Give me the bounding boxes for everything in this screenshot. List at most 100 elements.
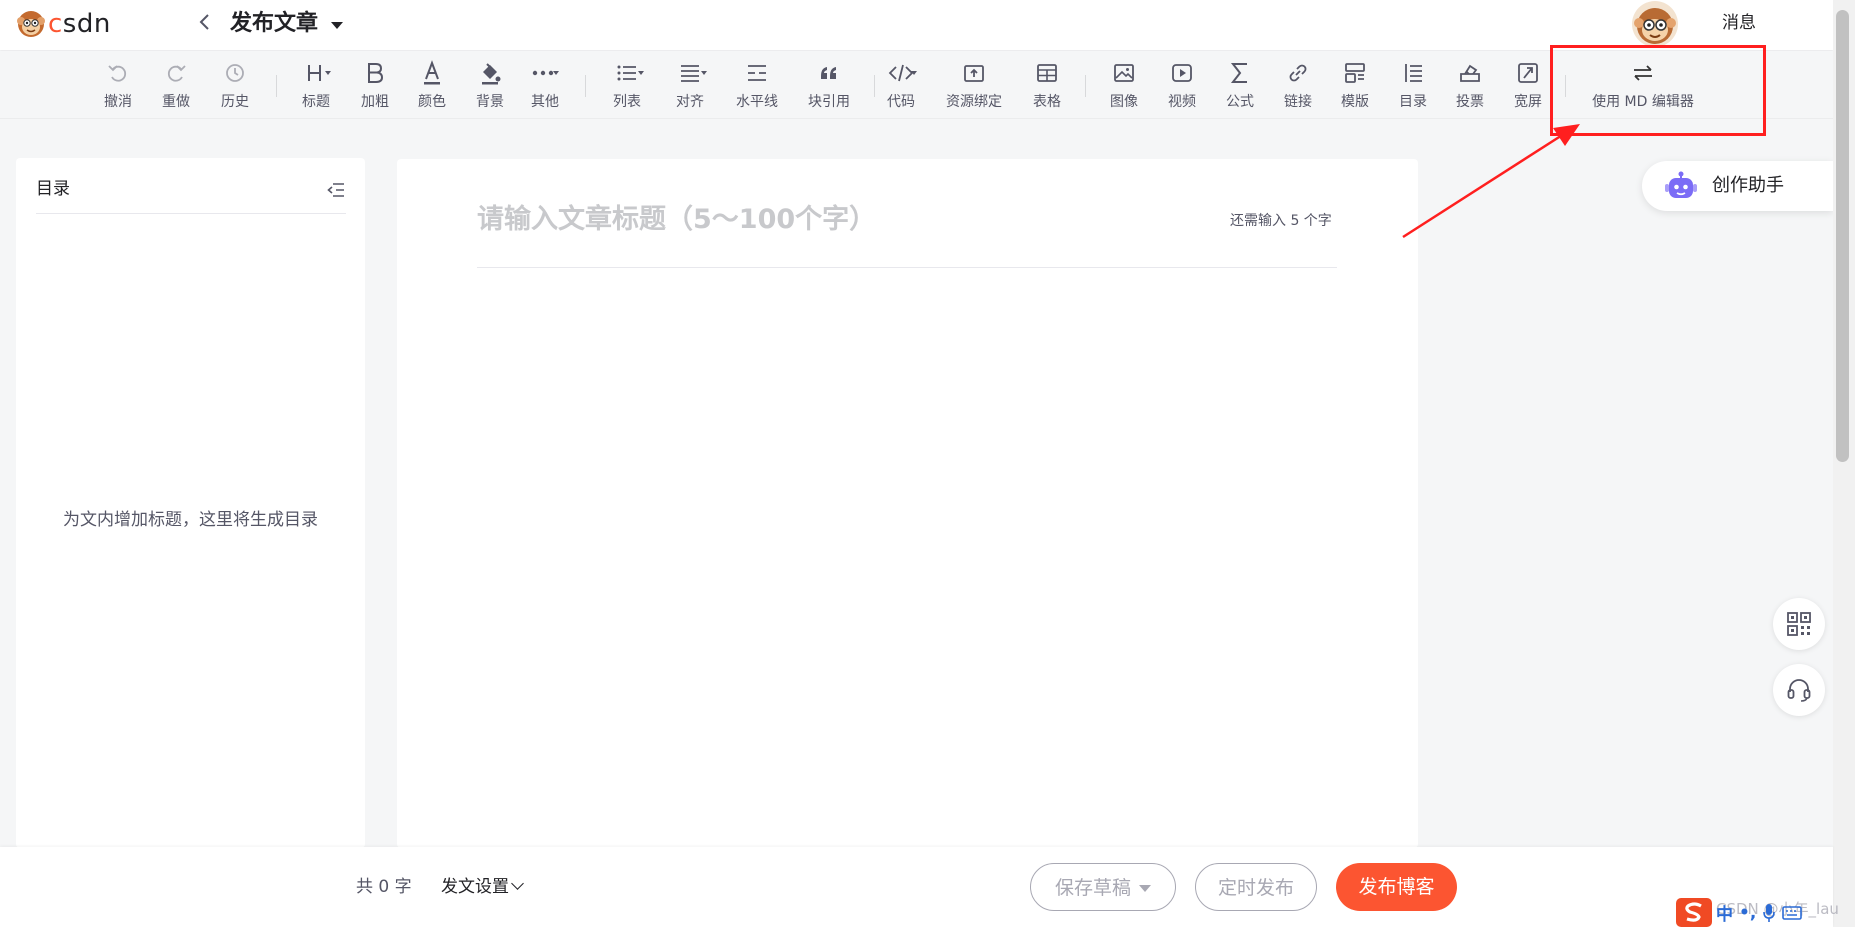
more-format-button[interactable]: 其他 [524,60,566,116]
toc-panel: 目录 为文内增加标题，这里将生成目录 [16,158,365,848]
history-label: 历史 [221,94,249,110]
align-label: 对齐 [676,94,704,110]
title-dropdown-caret[interactable] [331,22,343,29]
ime-punctuation-indicator: •, [1739,902,1757,923]
writing-assistant-label: 创作助手 [1712,175,1784,196]
undo-label: 撤消 [104,94,132,110]
background-color-label: 背景 [476,94,504,110]
title-remaining-count: 还需输入 5 个字 [1230,213,1332,229]
redo-button[interactable]: 重做 [156,60,196,116]
font-color-button[interactable]: 颜色 [412,60,452,116]
expand-icon [1518,63,1538,83]
title-divider [477,267,1337,268]
word-count: 共 0 字 [356,877,412,897]
csdn-logo[interactable]: csdn [16,9,111,39]
toc-empty-hint: 为文内增加标题，这里将生成目录 [63,510,318,530]
toolbar-divider [874,75,875,97]
swap-arrows-icon [1634,65,1652,81]
vote-button[interactable]: 投票 [1450,60,1490,116]
article-body-editor[interactable] [477,289,1337,819]
table-icon [1037,64,1057,82]
sogou-logo-icon [1676,898,1712,927]
template-button[interactable]: 模版 [1335,60,1375,116]
toolbar-divider [1085,75,1086,97]
horizontal-rule-label: 水平线 [736,94,778,110]
image-label: 图像 [1110,94,1138,110]
toolbar-divider [1565,75,1566,97]
toc-divider [36,213,346,214]
horizontal-rule-icon [748,65,766,81]
save-draft-button[interactable]: 保存草稿 [1030,863,1176,911]
align-icon [681,65,699,82]
article-title-input[interactable] [477,199,1197,239]
qr-code-icon [1787,612,1811,636]
bold-button[interactable]: 加粗 [355,60,395,116]
video-button[interactable]: 视频 [1162,60,1202,116]
schedule-publish-button[interactable]: 定时发布 [1195,863,1317,911]
video-label: 视频 [1168,94,1196,110]
font-color-icon [424,60,440,85]
toolbar-divider [585,75,586,97]
publish-blog-button[interactable]: 发布博客 [1336,863,1457,911]
history-button[interactable]: 历史 [215,60,255,116]
toc-insert-button[interactable]: 目录 [1393,60,1433,116]
switch-md-editor-button[interactable]: 使用 MD 编辑器 [1588,60,1698,116]
page-title: 发布文章 [230,11,319,36]
widescreen-button[interactable]: 宽屏 [1508,60,1548,116]
switch-md-editor-label: 使用 MD 编辑器 [1592,94,1694,110]
heading-label: 标题 [302,94,330,110]
page-scrollbar-thumb[interactable] [1836,10,1849,462]
avatar[interactable] [1632,1,1678,47]
template-icon [1345,63,1365,83]
chevron-left-icon [199,14,209,30]
messages-link[interactable]: 消息 [1722,11,1756,35]
list-label: 列表 [613,94,641,110]
history-icon [226,64,244,82]
ime-status-bar[interactable]: 中 •, [1676,898,1803,927]
microphone-icon [1763,903,1776,922]
upload-box-icon [964,65,984,82]
bold-label: 加粗 [361,94,389,110]
toc-collapse-button[interactable] [326,180,346,200]
blockquote-button[interactable]: 块引用 [805,60,853,116]
resource-bind-label: 资源绑定 [946,94,1002,110]
widescreen-label: 宽屏 [1514,94,1542,110]
publish-footer: 共 0 字 发文设置 保存草稿 定时发布 发布博客 [0,847,1833,927]
bold-icon [368,63,384,83]
template-label: 模版 [1341,94,1369,110]
image-button[interactable]: 图像 [1104,60,1144,116]
background-color-button[interactable]: 背景 [470,60,510,116]
align-button[interactable]: 对齐 [670,60,710,116]
image-icon [1114,64,1134,82]
customer-service-button[interactable] [1773,664,1825,716]
logo-wordmark: csdn [48,9,111,39]
redo-icon [167,65,186,82]
qr-code-button[interactable] [1773,598,1825,650]
publish-blog-label: 发布博客 [1358,876,1435,898]
link-button[interactable]: 链接 [1278,60,1318,116]
list-button[interactable]: 列表 [607,60,647,116]
writing-assistant-button[interactable]: 创作助手 [1642,161,1833,211]
robot-icon [1665,171,1697,198]
vote-label: 投票 [1456,94,1484,110]
user-avatar-icon [1632,1,1678,47]
publish-settings-toggle[interactable]: 发文设置 [441,875,524,899]
font-color-label: 颜色 [418,94,446,110]
redo-label: 重做 [162,94,190,110]
top-header: csdn 发布文章 消息 [0,0,1833,50]
list-icon [617,65,636,81]
formula-button[interactable]: 公式 [1220,60,1260,116]
heading-button[interactable]: 标题 [295,60,337,116]
resource-bind-button[interactable]: 资源绑定 [942,60,1006,116]
code-label: 代码 [887,94,915,110]
horizontal-rule-button[interactable]: 水平线 [733,60,781,116]
link-label: 链接 [1284,94,1312,110]
monkey-logo-icon [17,11,45,37]
undo-button[interactable]: 撤消 [98,60,138,116]
save-draft-label: 保存草稿 [1054,877,1131,899]
code-button[interactable]: 代码 [880,60,922,116]
table-button[interactable]: 表格 [1027,60,1067,116]
undo-icon [108,65,127,82]
back-button[interactable] [198,11,218,37]
editor-toolbar: 撤消 重做 历史 标题 加粗 颜色 背景 其他 列表 对齐 水平线 块引用 代码… [0,51,1833,119]
